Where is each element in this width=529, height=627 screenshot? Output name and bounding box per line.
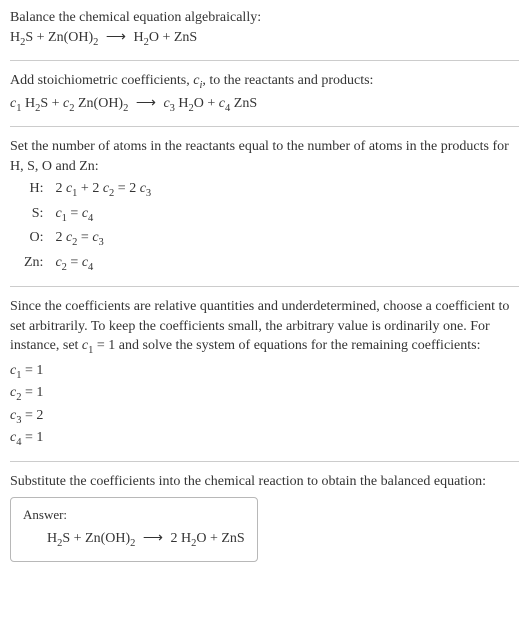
stoich-intro: Add stoichiometric coefficients, ci, to …: [10, 71, 519, 93]
reactant-h2s: H2S + Zn(OH)2: [10, 30, 98, 45]
element-equation: 2 c1 + 2 c2 = 2 c3: [49, 178, 157, 202]
atom-balance-section: Set the number of atoms in the reactants…: [10, 137, 519, 276]
list-item: c2 = 1: [10, 383, 519, 405]
solve-section: Since the coefficients are relative quan…: [10, 297, 519, 451]
list-item: c1 = 1: [10, 361, 519, 383]
divider: [10, 126, 519, 127]
balance-equations-table: H: 2 c1 + 2 c2 = 2 c3 S: c1 = c4 O: 2 c2…: [18, 178, 157, 276]
coefficient-solutions: c1 = 1 c2 = 1 c3 = 2 c4 = 1: [10, 361, 519, 451]
divider: [10, 60, 519, 61]
list-item: c3 = 2: [10, 406, 519, 428]
element-label: S:: [18, 203, 49, 227]
element-label: H:: [18, 178, 49, 202]
intro-line1: Balance the chemical equation algebraica…: [10, 8, 519, 28]
product-h2o-zns: H2O + ZnS: [133, 30, 197, 45]
element-equation: c2 = c4: [49, 252, 157, 276]
element-label: Zn:: [18, 252, 49, 276]
divider: [10, 461, 519, 462]
substitute-text: Substitute the coefficients into the che…: [10, 472, 519, 492]
reaction-arrow-icon: ⟶: [139, 531, 167, 546]
choose-text: Since the coefficients are relative quan…: [10, 297, 519, 359]
stoich-section: Add stoichiometric coefficients, ci, to …: [10, 71, 519, 116]
atoms-intro: Set the number of atoms in the reactants…: [10, 137, 519, 176]
intro-section: Balance the chemical equation algebraica…: [10, 8, 519, 50]
answer-label: Answer:: [23, 506, 245, 524]
divider: [10, 286, 519, 287]
reaction-arrow-icon: ⟶: [102, 30, 130, 45]
element-equation: c1 = c4: [49, 203, 157, 227]
list-item: c4 = 1: [10, 428, 519, 450]
table-row: O: 2 c2 = c3: [18, 227, 157, 251]
reaction-with-coefficients: c1 H2S + c2 Zn(OH)2 ⟶ c3 H2O + c4 ZnS: [10, 94, 519, 116]
balanced-equation: H2S + Zn(OH)2 ⟶ 2 H2O + ZnS: [23, 529, 245, 551]
answer-box: Answer: H2S + Zn(OH)2 ⟶ 2 H2O + ZnS: [10, 497, 258, 562]
answer-section: Substitute the coefficients into the che…: [10, 472, 519, 562]
table-row: Zn: c2 = c4: [18, 252, 157, 276]
table-row: S: c1 = c4: [18, 203, 157, 227]
element-equation: 2 c2 = c3: [49, 227, 157, 251]
element-label: O:: [18, 227, 49, 251]
table-row: H: 2 c1 + 2 c2 = 2 c3: [18, 178, 157, 202]
reaction-plain: H2S + Zn(OH)2 ⟶ H2O + ZnS: [10, 28, 519, 50]
reaction-arrow-icon: ⟶: [132, 96, 160, 111]
